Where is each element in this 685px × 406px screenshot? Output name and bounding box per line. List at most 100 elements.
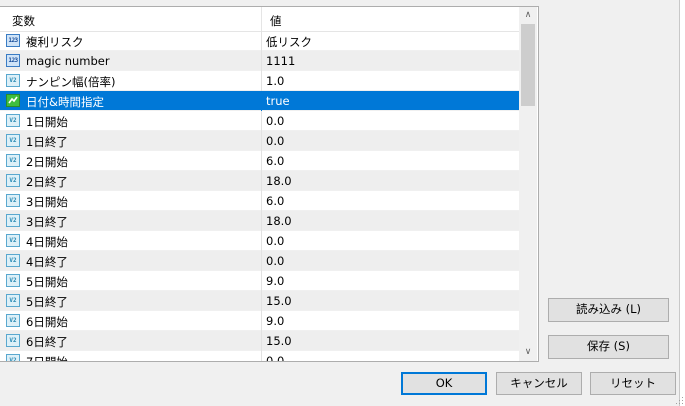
- table-row[interactable]: V2 6日終了 15.0: [0, 331, 519, 351]
- scrollbar-thumb[interactable]: [521, 24, 535, 106]
- double-icon: V2: [6, 114, 20, 127]
- row-variable-name: 2日終了: [26, 175, 68, 189]
- table-row[interactable]: 日付&時間指定 true: [0, 91, 519, 111]
- table-row[interactable]: V2 ナンピン幅(倍率) 1.0: [0, 71, 519, 91]
- column-header-value[interactable]: 値: [270, 13, 282, 29]
- row-variable-name: 4日終了: [26, 255, 68, 269]
- cell-divider: [261, 191, 262, 211]
- row-variable-name: 6日終了: [26, 335, 68, 349]
- cell-divider: [261, 231, 262, 251]
- double-icon: V2: [6, 334, 20, 347]
- cancel-button[interactable]: キャンセル: [496, 372, 582, 395]
- row-value-cell[interactable]: 0.0: [266, 134, 284, 148]
- row-value-cell[interactable]: true: [266, 94, 290, 108]
- cell-divider: [261, 151, 262, 171]
- row-variable-name: 1日終了: [26, 135, 68, 149]
- row-variable-name: 日付&時間指定: [26, 95, 104, 109]
- double-icon: V2: [6, 274, 20, 287]
- table-row[interactable]: V2 3日終了 18.0: [0, 211, 519, 231]
- table-row[interactable]: V2 1日開始 0.0: [0, 111, 519, 131]
- table-body: 123 複利リスク 低リスク 123 magic number 1111 V2 ナンピン幅(倍…: [0, 31, 519, 362]
- int-icon: 123: [6, 54, 20, 67]
- row-variable-name: ナンピン幅(倍率): [26, 75, 116, 89]
- row-variable-name: 6日開始: [26, 315, 68, 329]
- scroll-down-arrow-icon[interactable]: ∨: [519, 344, 537, 361]
- cell-divider: [261, 211, 262, 231]
- table-row[interactable]: V2 2日終了 18.0: [0, 171, 519, 191]
- row-variable-name: 1日開始: [26, 115, 68, 129]
- row-value-cell[interactable]: 6.0: [266, 154, 284, 168]
- double-icon: V2: [6, 254, 20, 267]
- cell-divider: [261, 251, 262, 271]
- cell-divider: [261, 111, 262, 131]
- table-row[interactable]: V2 5日開始 9.0: [0, 271, 519, 291]
- table-row[interactable]: V2 4日終了 0.0: [0, 251, 519, 271]
- row-value-cell[interactable]: 0.0: [266, 354, 284, 361]
- row-variable-name: 3日終了: [26, 215, 68, 229]
- row-value-cell[interactable]: 9.0: [266, 314, 284, 328]
- row-variable-name: 3日開始: [26, 195, 68, 209]
- row-value-cell[interactable]: 18.0: [266, 174, 292, 188]
- reset-button[interactable]: リセット: [590, 372, 676, 395]
- row-variable-name: 7日開始: [26, 355, 68, 362]
- row-variable-name: 5日開始: [26, 275, 68, 289]
- scroll-up-arrow-icon[interactable]: ∧: [519, 7, 537, 24]
- row-value-cell[interactable]: 9.0: [266, 274, 284, 288]
- table-header: 変数 値: [0, 7, 519, 32]
- table-row[interactable]: V2 1日終了 0.0: [0, 131, 519, 151]
- table-row[interactable]: V2 3日開始 6.0: [0, 191, 519, 211]
- row-value-cell[interactable]: 6.0: [266, 194, 284, 208]
- row-value-cell[interactable]: 低リスク: [266, 34, 312, 50]
- double-icon: V2: [6, 234, 20, 247]
- row-value-cell[interactable]: 1.0: [266, 74, 284, 88]
- double-icon: V2: [6, 194, 20, 207]
- double-icon: V2: [6, 214, 20, 227]
- table-row[interactable]: V2 7日開始 0.0: [0, 351, 519, 362]
- table-row[interactable]: 123 magic number 1111: [0, 51, 519, 71]
- table-row[interactable]: 123 複利リスク 低リスク: [0, 31, 519, 51]
- double-icon: V2: [6, 314, 20, 327]
- ok-button[interactable]: OK: [401, 372, 487, 395]
- row-value-cell[interactable]: 18.0: [266, 214, 292, 228]
- cell-divider: [261, 51, 262, 71]
- cell-divider: [261, 131, 262, 151]
- cell-divider: [261, 311, 262, 331]
- cell-divider: [261, 331, 262, 351]
- double-icon: V2: [6, 74, 20, 87]
- row-variable-name: 2日開始: [26, 155, 68, 169]
- int-icon: 123: [6, 34, 20, 47]
- table-row[interactable]: V2 2日開始 6.0: [0, 151, 519, 171]
- double-icon: V2: [6, 154, 20, 167]
- double-icon: V2: [6, 174, 20, 187]
- right-window-edge: [679, 0, 685, 406]
- cell-divider: [261, 171, 262, 191]
- row-value-cell[interactable]: 0.0: [266, 254, 284, 268]
- column-header-variable[interactable]: 変数: [12, 13, 35, 29]
- table-row[interactable]: V2 6日開始 9.0: [0, 311, 519, 331]
- bool-icon: [6, 94, 20, 107]
- table-row[interactable]: V2 5日終了 15.0: [0, 291, 519, 311]
- table-row[interactable]: V2 4日開始 0.0: [0, 231, 519, 251]
- cell-divider: [261, 91, 262, 111]
- row-value-cell[interactable]: 15.0: [266, 294, 292, 308]
- double-icon: V2: [6, 354, 20, 361]
- row-variable-name: 複利リスク: [26, 35, 84, 49]
- cell-divider: [261, 71, 262, 91]
- parameters-table[interactable]: 変数 値 123 複利リスク 低リスク 123 magic number 1111 V2 ナン…: [0, 6, 539, 362]
- resize-grip-icon[interactable]: [674, 395, 684, 405]
- save-button[interactable]: 保存 (S): [548, 335, 669, 359]
- row-value-cell[interactable]: 0.0: [266, 114, 284, 128]
- cell-divider: [261, 31, 262, 51]
- row-variable-name: magic number: [26, 54, 110, 68]
- row-variable-name: 4日開始: [26, 235, 68, 249]
- row-value-cell[interactable]: 0.0: [266, 234, 284, 248]
- column-divider[interactable]: [261, 7, 262, 31]
- cell-divider: [261, 291, 262, 311]
- row-value-cell[interactable]: 15.0: [266, 334, 292, 348]
- row-value-cell[interactable]: 1111: [266, 54, 295, 68]
- cell-divider: [261, 271, 262, 291]
- row-variable-name: 5日終了: [26, 295, 68, 309]
- load-button[interactable]: 読み込み (L): [548, 298, 669, 322]
- cell-divider: [261, 351, 262, 361]
- vertical-scrollbar[interactable]: ∧ ∨: [519, 7, 537, 361]
